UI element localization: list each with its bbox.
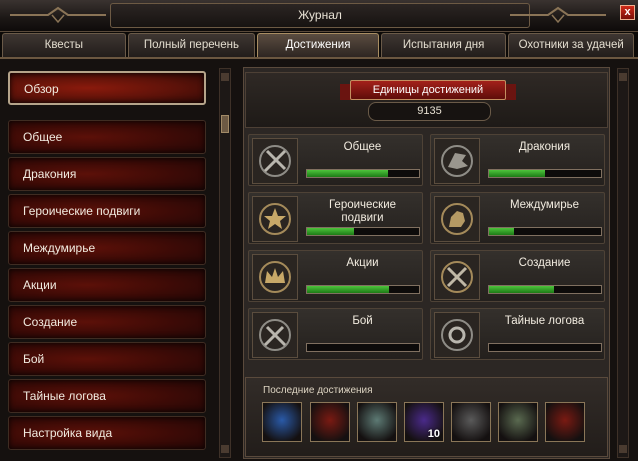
crossed-tools-emblem-icon	[434, 254, 480, 300]
panel-scrollbar[interactable]	[617, 68, 629, 458]
progress-bar	[488, 285, 602, 294]
category-card-combat[interactable]: Бой	[248, 308, 423, 360]
progress-bar	[488, 169, 602, 178]
scroll-up-icon[interactable]	[221, 73, 229, 81]
category-card-heroic-deeds[interactable]: Героические подвиги	[248, 192, 423, 244]
sidebar-item-appearance[interactable]: Настройка вида	[8, 416, 206, 450]
sidebar-item-overview[interactable]: Обзор	[8, 71, 206, 105]
sidebar-item-general[interactable]: Общее	[8, 120, 206, 154]
blue-spirit-icon[interactable]	[262, 402, 302, 442]
progress-fill	[307, 170, 388, 177]
ornament-left-icon	[10, 6, 106, 24]
crown-emblem-icon	[252, 254, 298, 300]
red-demon-icon[interactable]	[310, 402, 350, 442]
category-name: Героические подвиги	[328, 199, 397, 224]
category-name: Тайные логова	[504, 315, 585, 327]
tab-quests[interactable]: Квесты	[2, 33, 126, 57]
sidebar-item-events[interactable]: Акции	[8, 268, 206, 302]
swamp-creature-icon[interactable]	[498, 402, 538, 442]
red-knight-icon[interactable]	[545, 402, 585, 442]
achievement-count-badge: 10	[427, 428, 440, 440]
tab-full-list[interactable]: Полный перечень	[127, 33, 256, 57]
progress-bar	[488, 227, 602, 236]
sidebar-item-interworld[interactable]: Междумирье	[8, 231, 206, 265]
crossed-sword-emblem-icon	[252, 138, 298, 184]
star-medal-emblem-icon	[252, 196, 298, 242]
close-button[interactable]: x	[620, 5, 635, 20]
tab-fortune-hunters[interactable]: Охотники за удачей	[508, 33, 634, 57]
category-name: Создание	[518, 257, 571, 269]
window-title: Журнал	[110, 3, 530, 28]
progress-fill	[307, 228, 355, 235]
title-bar: Журнал x	[0, 0, 638, 32]
tab-achievements[interactable]: Достижения	[257, 33, 379, 57]
category-name: Бой	[352, 315, 373, 327]
sidebar-item-heroic-deeds[interactable]: Героические подвиги	[8, 194, 206, 228]
tab-bar: Квесты Полный перечень Достижения Испыта…	[2, 33, 636, 57]
category-card-draconia[interactable]: Дракония	[430, 134, 605, 186]
recent-achievements-label: Последние достижения	[263, 385, 373, 396]
category-name: Междумирье	[509, 199, 580, 211]
sidebar-scrollbar[interactable]	[219, 68, 231, 458]
progress-bar	[306, 343, 420, 352]
sidebar-item-combat[interactable]: Бой	[8, 342, 206, 376]
purple-sorcerer-icon[interactable]: 10	[404, 402, 444, 442]
points-title: Единицы достижений	[350, 80, 506, 100]
category-name: Акции	[346, 257, 379, 269]
progress-bar	[306, 227, 420, 236]
category-card-crafting[interactable]: Создание	[430, 250, 605, 302]
sidebar-item-secret-lairs[interactable]: Тайные логова	[8, 379, 206, 413]
category-card-secret-lairs[interactable]: Тайные логова	[430, 308, 605, 360]
sidebar-scroll-thumb[interactable]	[221, 115, 229, 133]
sidebar-item-crafting[interactable]: Создание	[8, 305, 206, 339]
fire-emblem-icon[interactable]	[451, 402, 491, 442]
category-list: Обзор Общее Дракония Героические подвиги…	[8, 67, 213, 461]
progress-fill	[489, 228, 514, 235]
sidebar-item-draconia[interactable]: Дракония	[8, 157, 206, 191]
progress-bar	[488, 343, 602, 352]
rider-emblem-icon	[434, 196, 480, 242]
category-card-events[interactable]: Акции	[248, 250, 423, 302]
category-card-interworld[interactable]: Междумирье	[430, 192, 605, 244]
progress-bar	[306, 169, 420, 178]
category-card-general[interactable]: Общее	[248, 134, 423, 186]
category-name: Общее	[343, 141, 382, 153]
progress-fill	[307, 286, 389, 293]
silver-dragon-icon[interactable]	[357, 402, 397, 442]
scroll-down-icon[interactable]	[221, 445, 229, 453]
scroll-up-icon[interactable]	[619, 73, 627, 81]
dragon-head-emblem-icon	[434, 138, 480, 184]
category-name: Дракония	[518, 141, 571, 153]
crossed-swords-emblem-icon	[252, 312, 298, 358]
tab-daily-challenges[interactable]: Испытания дня	[380, 33, 507, 57]
points-value: 9135	[368, 102, 491, 121]
scroll-down-icon[interactable]	[619, 445, 627, 453]
progress-fill	[489, 286, 554, 293]
progress-fill	[489, 170, 545, 177]
progress-bar	[306, 285, 420, 294]
ornament-right-icon	[510, 6, 606, 24]
lair-seal-emblem-icon	[434, 312, 480, 358]
